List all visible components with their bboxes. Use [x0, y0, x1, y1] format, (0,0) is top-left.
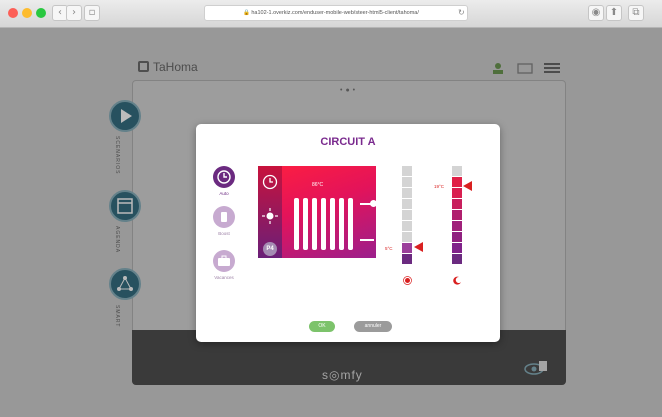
- radiator-valve: [370, 200, 377, 207]
- dialog-title: CIRCUIT A: [320, 136, 376, 148]
- moon-icon: [453, 276, 461, 285]
- forward-button[interactable]: ›: [66, 5, 82, 21]
- cancel-button[interactable]: annuler: [354, 321, 392, 332]
- circuit-dialog: CIRCUIT A Auto Boost Vacances P4 86°C 5°…: [196, 124, 500, 342]
- tabs-icon[interactable]: ⧉: [628, 5, 644, 21]
- share-icon[interactable]: ⬆: [606, 5, 622, 21]
- thermometer-right[interactable]: [452, 166, 462, 265]
- thermostat-right-pointer[interactable]: [463, 181, 472, 191]
- browser-toolbar: ‹ › ▫ 🔒 ha102-1.overkiz.com/enduser-mobi…: [0, 0, 662, 28]
- sun-icon: [262, 208, 278, 224]
- info-icon[interactable]: ◉: [588, 5, 604, 21]
- boost-icon: [213, 206, 235, 228]
- mode-vacances-button[interactable]: Vacances: [208, 250, 240, 280]
- zoom-window-button[interactable]: [36, 8, 46, 18]
- clock-icon: [213, 166, 235, 188]
- clock-icon: [262, 174, 278, 190]
- radiator-fins: [294, 198, 360, 250]
- minimize-window-button[interactable]: [22, 8, 32, 18]
- heater-temperature: 86°C: [312, 182, 324, 188]
- mode-boost-button[interactable]: Boost: [208, 206, 240, 236]
- suitcase-icon: [213, 250, 235, 272]
- mode-boost-label: Boost: [218, 231, 230, 236]
- thermometer-left[interactable]: [402, 166, 412, 265]
- program-badge: P4: [263, 242, 277, 256]
- ok-button[interactable]: OK: [309, 321, 335, 332]
- mode-auto-button[interactable]: Auto: [208, 166, 240, 196]
- sun-icon: [403, 276, 412, 285]
- mode-vacances-label: Vacances: [214, 275, 234, 280]
- address-bar[interactable]: 🔒 ha102-1.overkiz.com/enduser-mobile-web…: [204, 5, 468, 21]
- reload-icon[interactable]: ↻: [458, 5, 468, 21]
- close-window-button[interactable]: [8, 8, 18, 18]
- thermostat-right-label: 19°C: [434, 184, 445, 189]
- radiator-pipe-bottom: [360, 239, 374, 241]
- thermostat-left-pointer[interactable]: [414, 242, 423, 252]
- sidebar-toggle-icon[interactable]: ▫: [84, 5, 100, 21]
- thermostat-left-label: 5°C: [385, 246, 393, 251]
- mode-auto-label: Auto: [219, 191, 229, 196]
